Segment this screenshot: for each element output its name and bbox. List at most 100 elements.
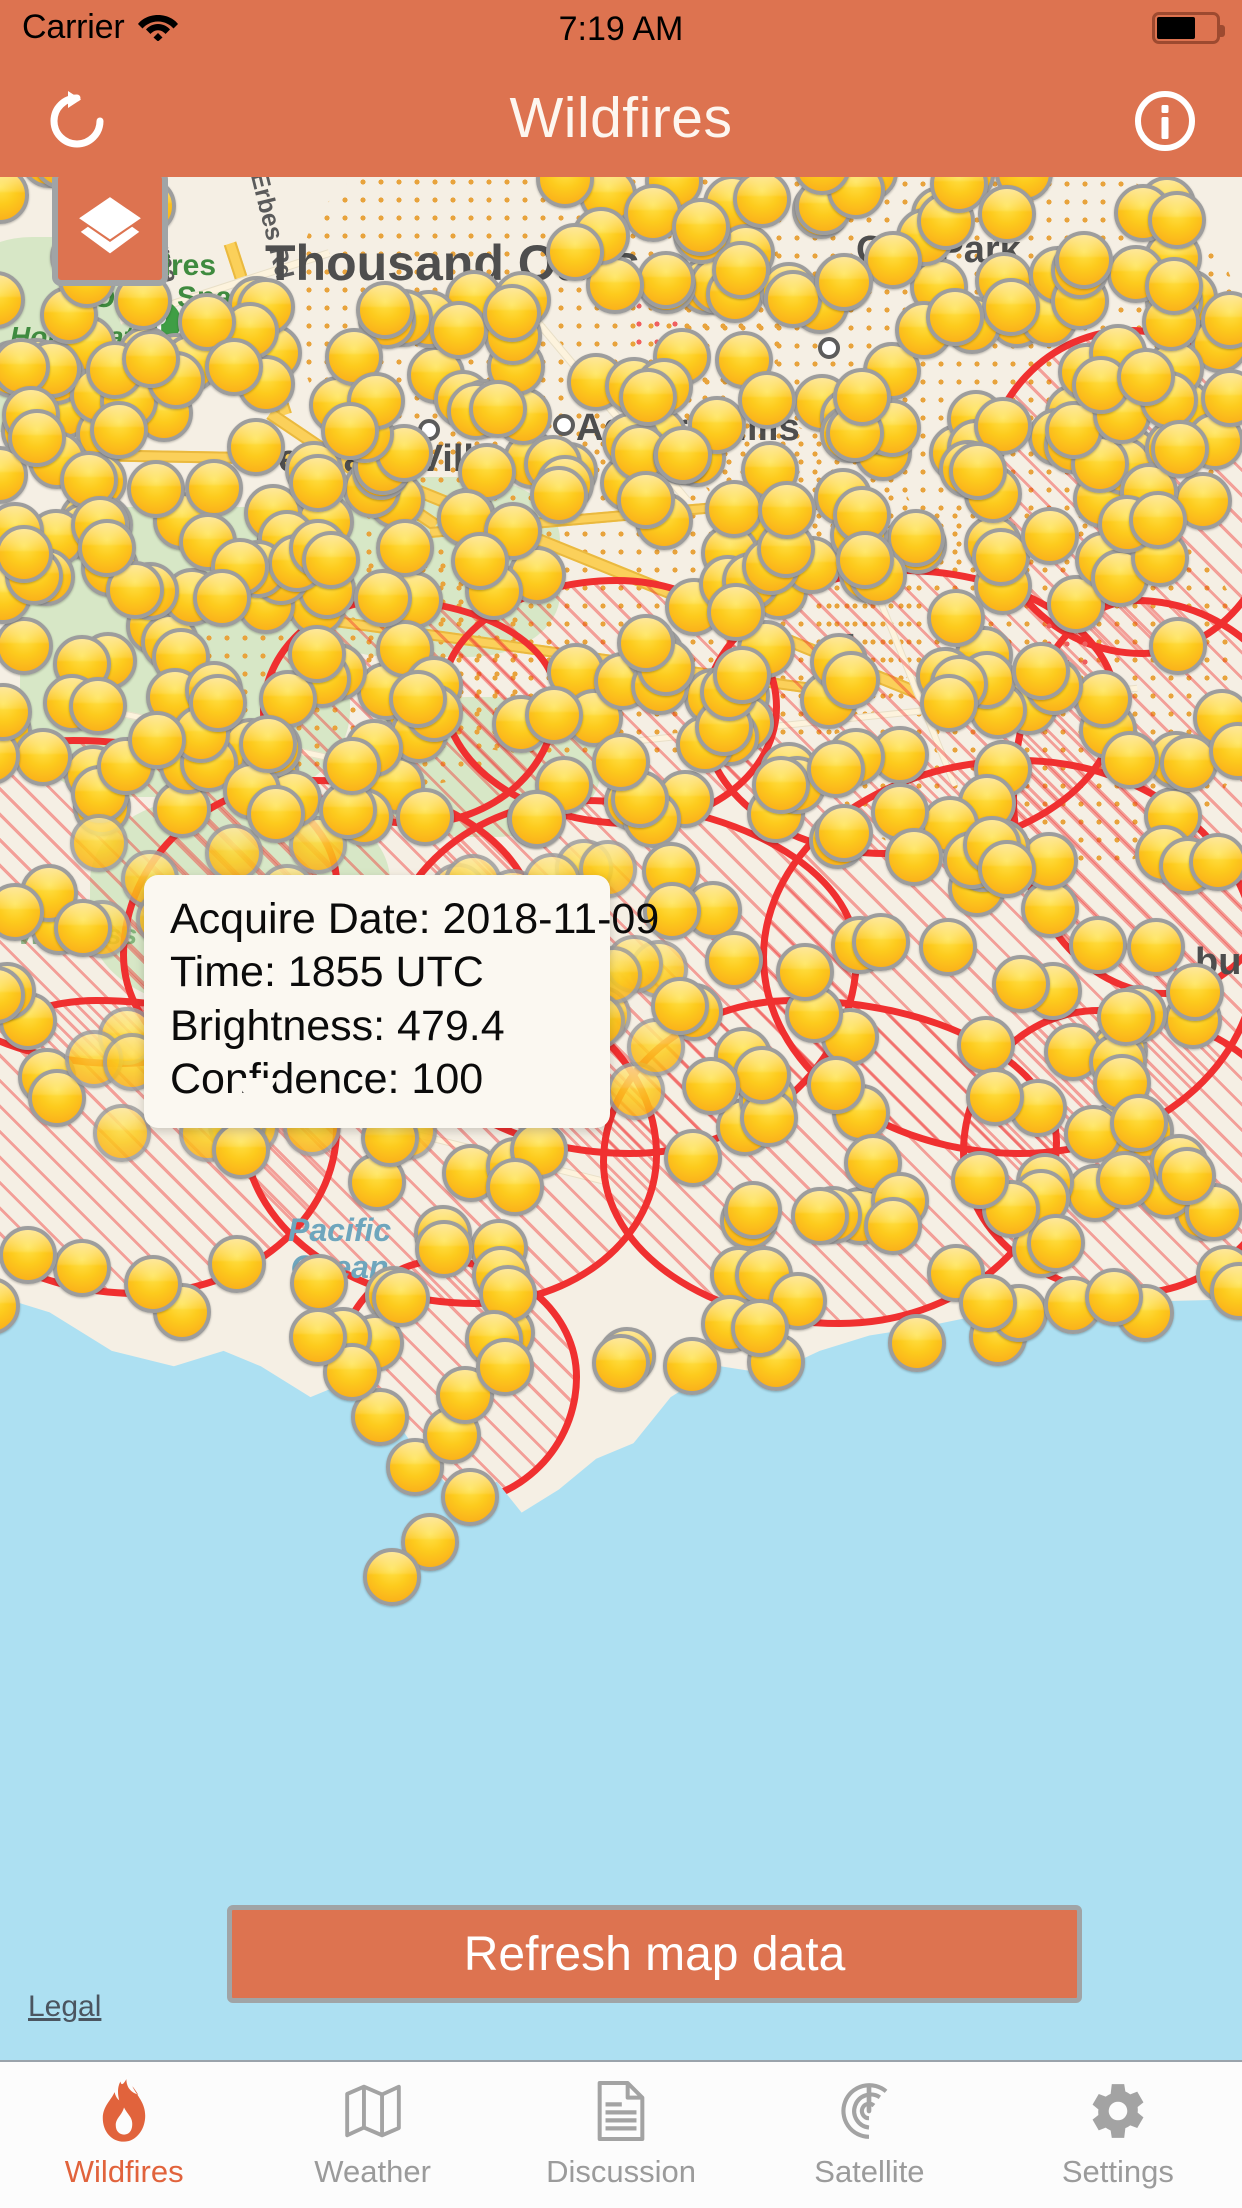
fire-detection-marker[interactable]	[1144, 256, 1203, 315]
fire-detection-marker[interactable]	[616, 614, 675, 673]
fire-detection-marker[interactable]	[712, 645, 771, 704]
fire-detection-marker[interactable]	[7, 409, 66, 468]
fire-detection-marker[interactable]	[592, 1333, 651, 1392]
fire-detection-marker[interactable]	[920, 674, 979, 733]
fire-detection-marker[interactable]	[650, 977, 709, 1036]
fire-detection-marker[interactable]	[833, 367, 892, 426]
fire-detection-marker[interactable]	[977, 185, 1036, 244]
tab-weather[interactable]: Weather	[248, 2062, 496, 2208]
fire-detection-marker[interactable]	[226, 417, 285, 476]
fire-detection-marker[interactable]	[92, 1103, 151, 1162]
fire-detection-marker[interactable]	[1097, 987, 1156, 1046]
fire-detection-marker[interactable]	[887, 1313, 946, 1372]
fire-detection-marker[interactable]	[619, 367, 678, 426]
fire-detection-marker[interactable]	[354, 568, 413, 627]
fire-detection-marker[interactable]	[485, 1158, 544, 1217]
fire-detection-marker[interactable]	[1165, 963, 1224, 1022]
fire-detection-marker[interactable]	[372, 1268, 431, 1327]
fire-detection-marker[interactable]	[653, 425, 712, 484]
fire-detection-marker[interactable]	[1148, 616, 1207, 675]
fire-detection-marker[interactable]	[814, 804, 873, 863]
fire-detection-marker[interactable]	[707, 583, 766, 641]
fire-detection-marker[interactable]	[591, 732, 650, 791]
fire-detection-marker[interactable]	[711, 240, 770, 299]
fire-detection-marker[interactable]	[13, 728, 72, 787]
fire-detection-marker[interactable]	[0, 1225, 58, 1284]
fire-detection-marker[interactable]	[52, 1239, 111, 1298]
fire-detection-marker[interactable]	[731, 1298, 789, 1357]
fire-detection-marker[interactable]	[616, 471, 675, 530]
fire-detection-marker[interactable]	[53, 898, 112, 957]
fire-detection-marker[interactable]	[705, 479, 764, 538]
fire-detection-marker[interactable]	[524, 686, 583, 745]
fire-detection-marker[interactable]	[289, 1308, 347, 1366]
fire-detection-marker[interactable]	[1085, 1267, 1144, 1326]
refresh-map-data-button[interactable]: Refresh map data	[227, 1905, 1082, 2003]
fire-detection-marker[interactable]	[1126, 917, 1185, 976]
fire-detection-marker[interactable]	[956, 1016, 1015, 1075]
fire-detection-marker[interactable]	[246, 785, 305, 844]
fire-detection-marker[interactable]	[704, 931, 763, 990]
tab-satellite[interactable]: Satellite	[745, 2062, 993, 2208]
fire-detection-marker[interactable]	[814, 253, 873, 312]
fire-detection-marker[interactable]	[790, 1187, 849, 1246]
tab-wildfires[interactable]: Wildfires	[0, 2062, 248, 2208]
fire-detection-marker[interactable]	[752, 756, 811, 815]
fire-detection-marker[interactable]	[958, 1273, 1017, 1332]
fire-detection-marker[interactable]	[806, 1055, 865, 1114]
info-button[interactable]	[1126, 82, 1204, 160]
fire-detection-marker[interactable]	[363, 1548, 421, 1606]
fire-detection-marker[interactable]	[78, 518, 136, 577]
fire-detection-marker[interactable]	[1021, 506, 1080, 565]
fire-detection-marker[interactable]	[355, 281, 414, 340]
fire-detection-marker[interactable]	[389, 669, 448, 728]
fire-detection-marker[interactable]	[1188, 832, 1242, 891]
fire-detection-marker[interactable]	[302, 531, 361, 590]
fire-detection-marker[interactable]	[441, 1468, 499, 1526]
fire-detection-marker[interactable]	[184, 459, 243, 518]
legal-link[interactable]: Legal	[28, 1990, 101, 2024]
fire-detection-marker[interactable]	[396, 788, 455, 847]
fire-detection-marker[interactable]	[822, 651, 880, 710]
fire-detection-marker[interactable]	[732, 1045, 791, 1104]
fire-detection-marker[interactable]	[965, 1067, 1024, 1126]
fire-detection-marker[interactable]	[69, 676, 128, 735]
fire-detection-marker[interactable]	[1147, 191, 1206, 250]
tab-discussion[interactable]: Discussion	[497, 2062, 745, 2208]
fire-detection-marker[interactable]	[127, 710, 186, 769]
fire-detection-marker[interactable]	[764, 269, 823, 328]
fire-detection-marker[interactable]	[189, 673, 248, 732]
fire-detection-marker[interactable]	[1110, 1093, 1169, 1152]
map-layers-button[interactable]	[52, 170, 168, 286]
fire-detection-marker[interactable]	[126, 460, 185, 519]
fire-detection-marker[interactable]	[482, 283, 541, 342]
fire-detail-callout[interactable]: Acquire Date: 2018-11-09 Time: 1855 UTC …	[144, 875, 659, 1129]
fire-detection-marker[interactable]	[852, 912, 911, 971]
fire-detection-marker[interactable]	[1101, 730, 1160, 789]
tab-settings[interactable]: Settings	[994, 2062, 1242, 2208]
fire-detection-marker[interactable]	[205, 337, 264, 396]
fire-detection-marker[interactable]	[322, 736, 381, 795]
fire-detection-marker[interactable]	[320, 401, 379, 460]
fire-detection-marker[interactable]	[1150, 419, 1209, 478]
fire-detection-marker[interactable]	[290, 1253, 349, 1312]
fire-detection-marker[interactable]	[289, 453, 348, 512]
fire-detection-marker[interactable]	[212, 1120, 271, 1179]
fire-detection-marker[interactable]	[1129, 490, 1188, 549]
fire-detection-marker[interactable]	[90, 400, 149, 459]
fire-detection-marker[interactable]	[835, 531, 894, 590]
fire-detection-marker[interactable]	[508, 789, 567, 848]
fire-detection-marker[interactable]	[776, 942, 835, 1001]
fire-detection-marker[interactable]	[992, 954, 1051, 1013]
fire-detection-marker[interactable]	[415, 1219, 474, 1278]
fire-detection-marker[interactable]	[919, 917, 978, 976]
fire-detection-marker[interactable]	[1157, 1147, 1216, 1206]
fire-detection-marker[interactable]	[1011, 641, 1070, 700]
fire-detection-marker[interactable]	[1095, 1151, 1154, 1210]
fire-detection-marker[interactable]	[476, 1338, 534, 1396]
fire-detection-marker[interactable]	[450, 531, 509, 590]
fire-detection-marker[interactable]	[806, 739, 865, 798]
fire-detection-marker[interactable]	[663, 1336, 722, 1395]
fire-detection-marker[interactable]	[429, 301, 488, 360]
fire-detection-marker[interactable]	[1074, 669, 1133, 728]
